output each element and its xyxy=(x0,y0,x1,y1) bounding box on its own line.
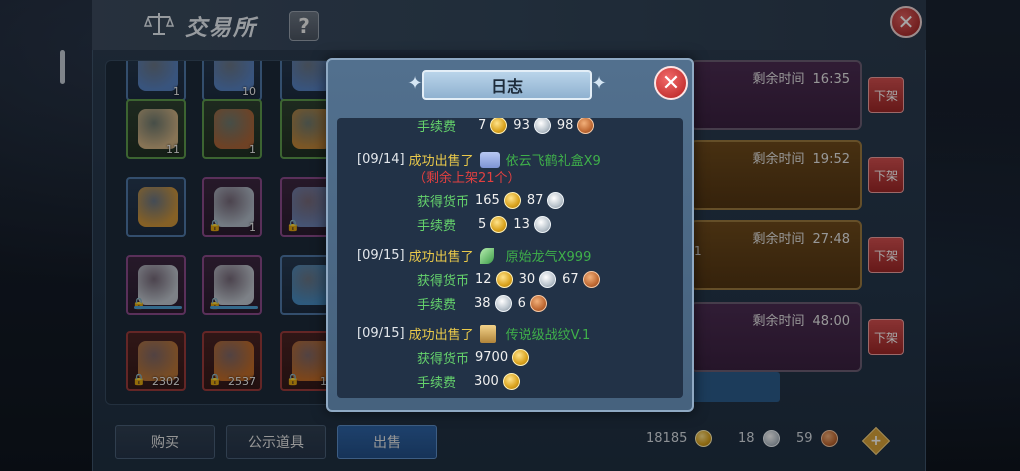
fee-gold: 5 xyxy=(478,217,487,232)
close-log-button[interactable]: ✕ xyxy=(654,66,688,100)
fee-silver: 13 xyxy=(513,217,530,232)
item-name: 原始龙气X999 xyxy=(505,250,592,265)
gold-coin-icon xyxy=(503,192,521,209)
fee-bronze: 98 xyxy=(556,118,574,133)
silver-coin-icon xyxy=(533,118,551,134)
earned-gold: 9700 xyxy=(475,350,509,365)
fee-label: 手续费 xyxy=(417,219,457,234)
swirl-right-icon: ✦ xyxy=(591,73,607,94)
item-name: 传说级战纹V.1 xyxy=(505,328,591,343)
fee-bronze: 6 xyxy=(517,296,526,311)
log-date: [09/14] xyxy=(357,152,405,167)
earned-label: 获得货币 xyxy=(417,352,470,367)
log-remaining: （剩余上架21个） xyxy=(413,167,521,186)
log-title: 日志 xyxy=(422,70,592,100)
log-date: [09/15] xyxy=(357,326,405,341)
gift-box-icon xyxy=(479,151,500,168)
gold-coin-icon xyxy=(490,118,508,134)
feather-icon xyxy=(479,247,494,264)
silver-coin-icon xyxy=(539,271,557,288)
log-list[interactable]: 手续费 7 93 98 [09/14] 成功出售了 依云飞鹤礼盒X9 （剩余上架… xyxy=(337,118,683,398)
fee-label: 手续费 xyxy=(417,298,457,313)
log-date: [09/15] xyxy=(357,248,405,263)
log-earned-line: 获得货币 165 87 xyxy=(417,191,565,210)
bronze-coin-icon xyxy=(529,295,547,312)
remaining-text: （剩余上架21个） xyxy=(413,171,521,186)
silver-coin-icon xyxy=(547,192,565,209)
gold-coin-icon xyxy=(512,349,530,366)
log-entry-2: [09/15] 成功出售了 原始龙气X999 xyxy=(357,246,591,265)
fee-silver: 38 xyxy=(474,296,491,311)
log-fee-line: 手续费 38 6 xyxy=(417,294,547,313)
earned-silver: 30 xyxy=(518,272,536,287)
log-earned-line: 获得货币 12 30 67 xyxy=(417,270,600,289)
log-fee-line: 手续费 5 13 xyxy=(417,215,551,234)
earned-label: 获得货币 xyxy=(417,274,470,289)
earned-label: 获得货币 xyxy=(417,195,470,210)
silver-coin-icon xyxy=(494,295,512,312)
log-fee-line: 手续费 7 93 98 xyxy=(417,118,595,135)
gold-coin-icon xyxy=(495,271,513,288)
earned-bronze: 67 xyxy=(562,272,579,287)
fee-silver: 93 xyxy=(513,118,530,133)
gold-coin-icon xyxy=(490,216,508,233)
log-fee-line: 手续费 300 xyxy=(417,372,520,391)
crossed-swords-icon xyxy=(479,324,496,343)
log-earned-line: 获得货币 9700 xyxy=(417,348,530,367)
log-title-bar: ✦ 日志 ✦ xyxy=(404,67,610,103)
earned-gold: 165 xyxy=(475,193,500,208)
fee-label: 手续费 xyxy=(417,120,457,135)
sold-text: 成功出售了 xyxy=(408,250,474,265)
sold-text: 成功出售了 xyxy=(408,328,474,343)
fee-gold: 300 xyxy=(474,374,499,389)
earned-gold: 12 xyxy=(475,272,492,287)
silver-coin-icon xyxy=(533,216,551,233)
bronze-coin-icon xyxy=(577,118,595,134)
bronze-coin-icon xyxy=(582,271,600,288)
fee-label: 手续费 xyxy=(417,376,457,391)
log-entry-3: [09/15] 成功出售了 传说级战纹V.1 xyxy=(357,324,590,343)
earned-silver: 87 xyxy=(526,193,544,208)
gold-coin-icon xyxy=(502,373,520,390)
fee-gold: 7 xyxy=(478,118,487,133)
